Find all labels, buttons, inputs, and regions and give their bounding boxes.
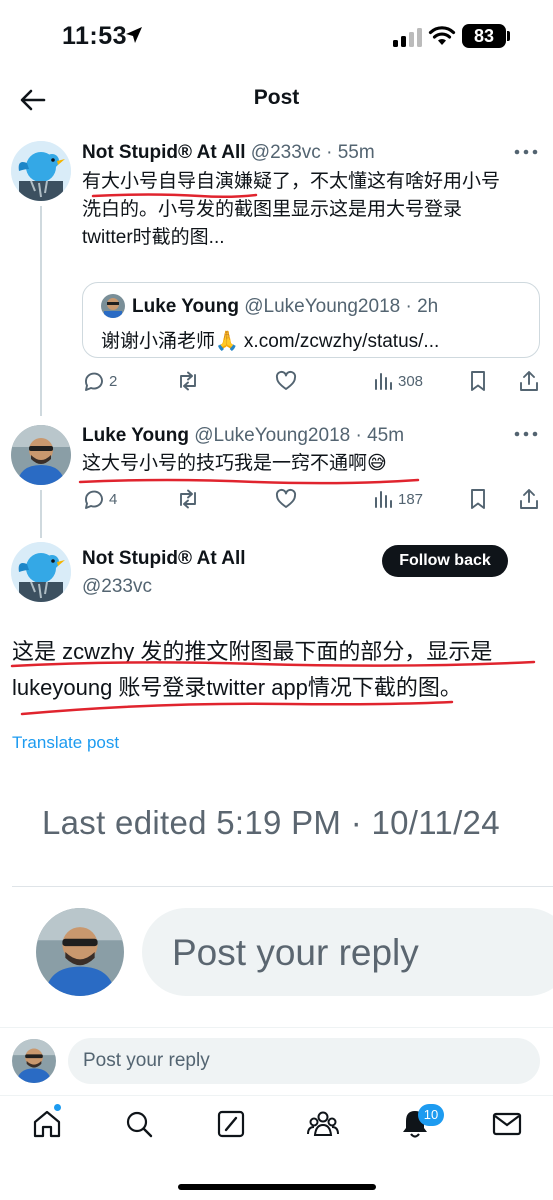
home-icon[interactable] xyxy=(30,1107,64,1141)
reply-button[interactable]: 4 xyxy=(82,484,117,514)
meta-separator: · xyxy=(320,142,338,163)
tweet-header: Not Stupid® At All @233vc · 55m xyxy=(82,142,537,164)
communities-icon[interactable] xyxy=(306,1107,340,1141)
views-button[interactable]: 308 xyxy=(373,366,423,396)
action-bar: 2 308 xyxy=(82,366,540,396)
share-button[interactable] xyxy=(518,484,540,514)
last-edited-text: Last edited 5:19 PM · 10/11/24 xyxy=(42,804,500,841)
avatar xyxy=(36,908,124,996)
share-icon xyxy=(520,489,538,509)
home-indicator xyxy=(178,1184,376,1190)
bookmark-button[interactable] xyxy=(468,484,488,514)
bookmark-button[interactable] xyxy=(468,366,488,396)
home-unread-dot xyxy=(54,1104,61,1111)
meta-separator: · xyxy=(400,296,418,317)
author-handle[interactable]: @233vc xyxy=(251,142,321,163)
retweet-icon xyxy=(180,489,196,509)
tweet-text: 有大小号自导自演嫌疑了，不太懂这有啥好用小号 洗白的。小号发的截图里显示这是用大… xyxy=(82,168,539,252)
avatar xyxy=(101,294,125,318)
views-count: 187 xyxy=(398,490,424,508)
notification-badge: 10 xyxy=(418,1104,444,1126)
retweet-button[interactable] xyxy=(176,366,200,396)
reply-input[interactable]: Post your reply xyxy=(68,1038,540,1084)
status-time: 11:53 xyxy=(62,22,128,50)
views-icon xyxy=(375,373,392,390)
screenshot-reply-box: Post your reply xyxy=(142,908,553,996)
retweet-button[interactable] xyxy=(176,484,200,514)
like-button[interactable] xyxy=(275,484,297,514)
quote-header: Luke Young @LukeYoung2018 · 2h xyxy=(132,296,438,318)
avatar xyxy=(12,1039,56,1083)
bird-avatar-icon xyxy=(11,542,71,602)
reply-bar: Post your reply xyxy=(0,1027,553,1095)
views-button[interactable]: 187 xyxy=(373,484,423,514)
post-time: 45m xyxy=(367,425,405,446)
more-icon[interactable] xyxy=(513,148,539,156)
author-handle[interactable]: @233vc xyxy=(82,576,152,598)
reply-button[interactable]: 2 xyxy=(82,366,117,396)
avatar[interactable] xyxy=(11,425,71,485)
person-avatar-icon xyxy=(101,294,125,318)
avatar[interactable] xyxy=(11,141,71,201)
tweet-text-line: twitter时截的图... xyxy=(82,227,225,248)
reply-count: 4 xyxy=(109,490,118,508)
more-icon[interactable] xyxy=(513,430,539,438)
person-avatar-icon xyxy=(12,1039,56,1083)
share-icon xyxy=(520,371,538,391)
meta-separator: · xyxy=(350,425,368,446)
page-title: Post xyxy=(253,86,300,109)
like-button[interactable] xyxy=(275,366,297,396)
divider xyxy=(12,886,553,887)
quoted-post[interactable]: Luke Young @LukeYoung2018 · 2h 谢谢小涌老师🙏 x… xyxy=(82,282,540,358)
quote-author-name: Luke Young xyxy=(132,296,239,317)
quote-author-handle: @LukeYoung2018 xyxy=(244,296,401,317)
person-avatar-icon xyxy=(11,425,71,485)
author-name[interactable]: Luke Young xyxy=(82,425,189,446)
heart-icon xyxy=(275,370,297,390)
translate-post-link[interactable]: Translate post xyxy=(12,733,119,753)
red-underline-annotation xyxy=(10,660,536,716)
author-name[interactable]: Not Stupid® At All xyxy=(82,548,246,570)
bookmark-icon xyxy=(471,489,485,509)
reply-count: 2 xyxy=(109,372,118,390)
wifi-icon xyxy=(428,26,456,45)
reply-icon xyxy=(85,372,103,391)
author-handle[interactable]: @LukeYoung2018 xyxy=(194,425,350,446)
thread-line xyxy=(40,490,42,538)
avatar[interactable] xyxy=(11,542,71,602)
quote-time: 2h xyxy=(417,296,439,317)
signal-icon xyxy=(393,28,422,47)
post-time: 55m xyxy=(337,142,375,163)
red-underline-annotation xyxy=(91,193,258,199)
heart-icon xyxy=(275,488,297,508)
header: Post xyxy=(0,70,553,128)
battery-cap xyxy=(507,31,510,41)
messages-icon[interactable] xyxy=(490,1107,524,1141)
location-arrow-icon xyxy=(126,27,142,43)
retweet-icon xyxy=(180,371,196,391)
search-icon[interactable] xyxy=(122,1107,156,1141)
thread-line xyxy=(40,206,42,416)
quote-text: 谢谢小涌老师🙏 x.com/zcwzhy/status/... xyxy=(101,331,440,352)
status-bar: 11:53 83 xyxy=(0,0,553,70)
person-avatar-icon xyxy=(36,908,124,996)
battery-icon: 83 xyxy=(462,24,506,48)
views-count: 308 xyxy=(398,372,424,390)
reply-icon xyxy=(85,490,103,509)
author-name[interactable]: Not Stupid® At All xyxy=(82,142,246,163)
follow-back-button[interactable]: Follow back xyxy=(382,545,508,577)
share-button[interactable] xyxy=(518,366,540,396)
action-bar: 4 187 xyxy=(82,484,540,514)
screenshot-reply-placeholder: Post your reply xyxy=(172,932,419,973)
grok-icon[interactable] xyxy=(214,1107,248,1141)
attached-screenshot-image[interactable]: Last edited 5:19 PM · 10/11/24 Post your… xyxy=(0,770,553,1027)
tweet-header: Luke Young @LukeYoung2018 · 45m xyxy=(82,425,537,447)
views-icon xyxy=(375,491,392,508)
bird-avatar-icon xyxy=(11,141,71,201)
bookmark-icon xyxy=(471,371,485,391)
